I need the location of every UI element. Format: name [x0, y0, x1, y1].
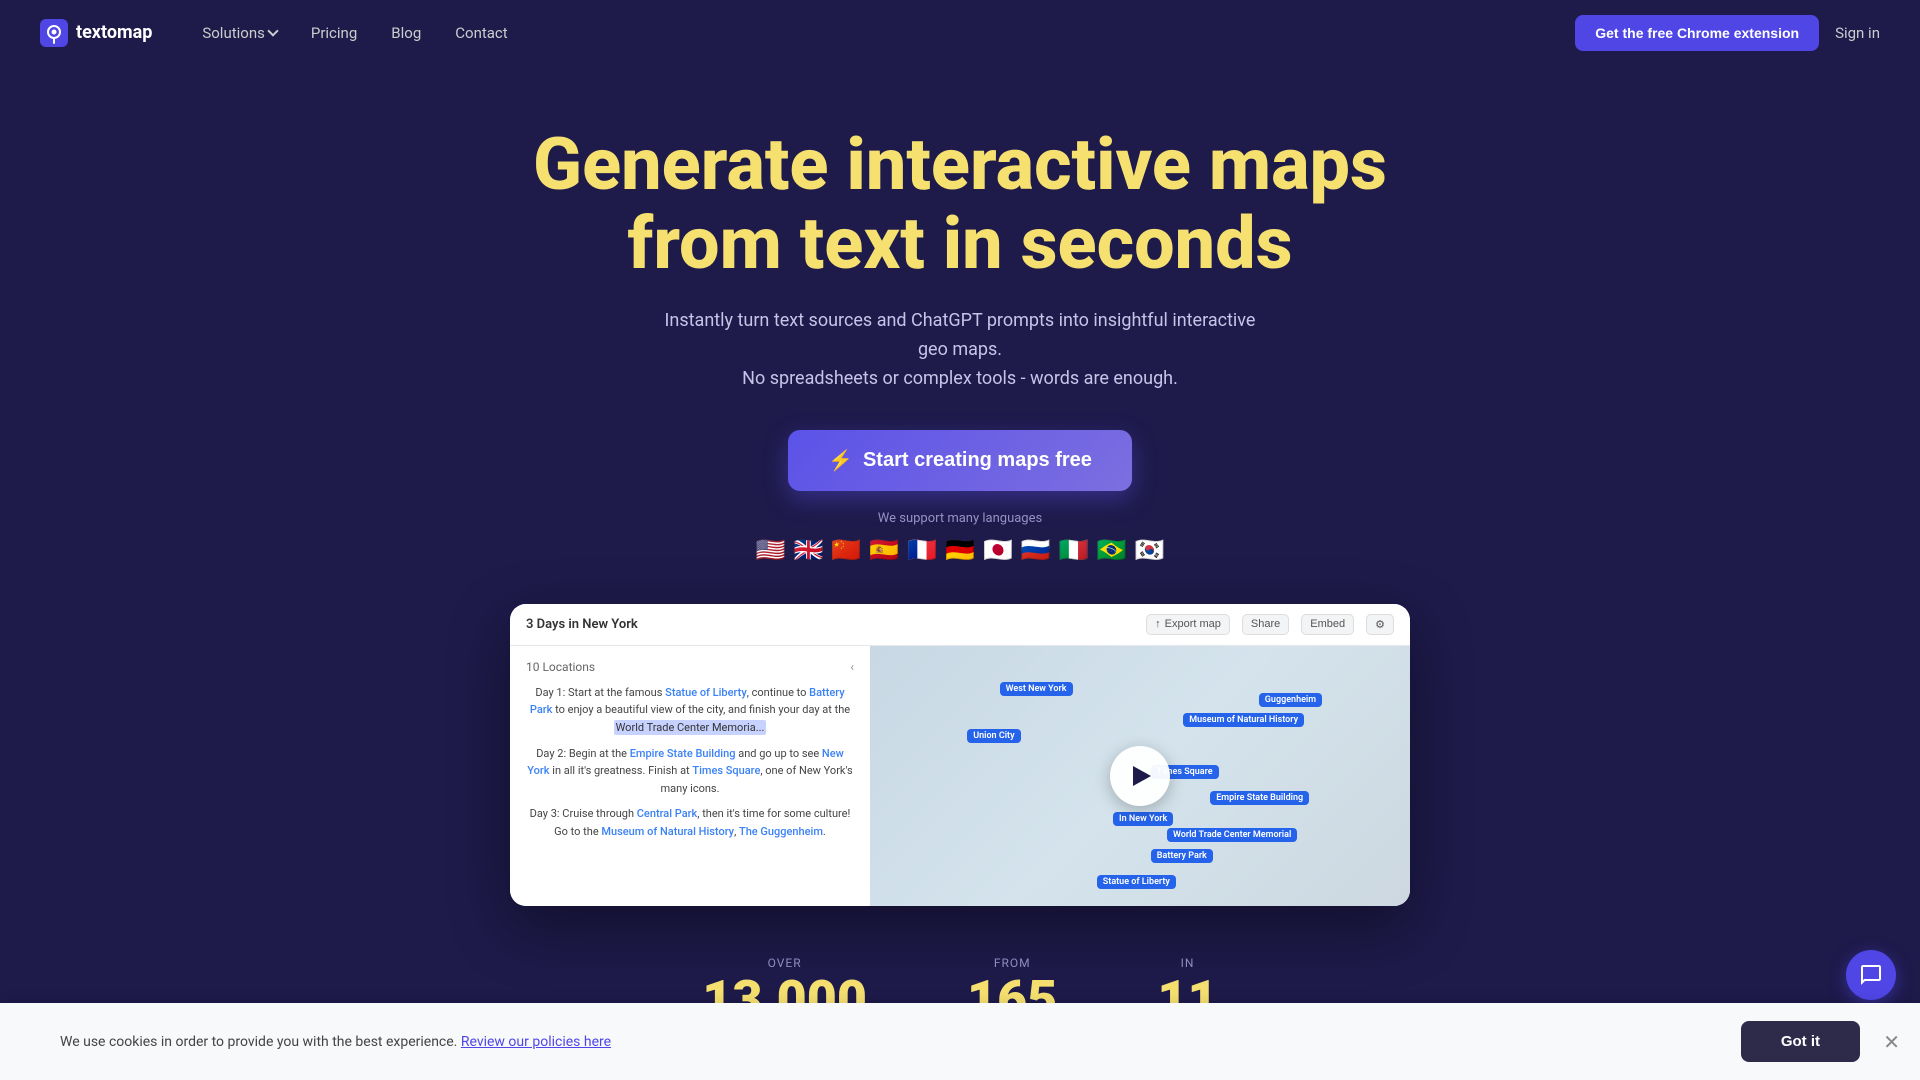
play-button[interactable] [1110, 746, 1170, 806]
logo[interactable]: textomap [40, 19, 152, 47]
cookie-banner: We use cookies in order to provide you w… [0, 1003, 1920, 1080]
map-marker: In New York [1113, 812, 1173, 826]
navbar: textomap Solutions Pricing Blog Contact … [0, 0, 1920, 65]
nav-links: Solutions Pricing Blog Contact [188, 16, 521, 50]
flag-icon: 🇮🇹 [1059, 536, 1089, 564]
flag-icon: 🇰🇷 [1135, 536, 1165, 564]
map-marker: Guggenheim [1259, 693, 1322, 707]
video-header: 3 Days in New York ↑ Export map Share Em… [510, 604, 1410, 646]
flag-icon: 🇩🇪 [945, 536, 975, 564]
stat-label: OVER [702, 956, 867, 970]
solutions-link[interactable]: Solutions [188, 16, 291, 50]
cookie-text: We use cookies in order to provide you w… [60, 1034, 611, 1050]
policy-link[interactable]: Review our policies here [461, 1034, 611, 1050]
got-it-button[interactable]: Got it [1741, 1021, 1860, 1062]
map-marker: Battery Park [1151, 849, 1213, 863]
locations-header: 10 Locations ‹ [526, 660, 854, 674]
blog-link[interactable]: Blog [377, 16, 435, 50]
export-map-button[interactable]: ↑ Export map [1146, 614, 1230, 635]
stat-label: FROM [967, 956, 1057, 970]
video-actions: ↑ Export map Share Embed ⚙ [1146, 614, 1394, 635]
map-marker: Union City [967, 729, 1020, 743]
stat-label: IN [1157, 956, 1217, 970]
languages-label: We support many languages [878, 511, 1042, 526]
play-icon [1133, 766, 1151, 786]
chrome-extension-button[interactable]: Get the free Chrome extension [1575, 15, 1819, 51]
cta-icon: ⚡ [828, 448, 853, 473]
flags-row: 🇺🇸🇬🇧 🇨🇳 🇪🇸 🇫🇷 🇩🇪 🇯🇵 🇷🇺 🇮🇹 🇧🇷 🇰🇷 [756, 536, 1165, 564]
chat-bubble-button[interactable] [1846, 950, 1896, 1000]
settings-icon-button[interactable]: ⚙ [1366, 614, 1394, 635]
flag-icon: 🇧🇷 [1097, 536, 1127, 564]
cta-button[interactable]: ⚡ Start creating maps free [788, 430, 1132, 491]
close-cookie-icon[interactable]: ✕ [1883, 1030, 1900, 1054]
map-marker: Empire State Building [1210, 791, 1309, 805]
flag-icon: 🇫🇷 [907, 536, 937, 564]
map-marker: West New York [1000, 682, 1073, 696]
text-panel: 10 Locations ‹ Day 1: Start at the famou… [510, 646, 870, 906]
logo-text: textomap [76, 22, 152, 43]
video-preview: 3 Days in New York ↑ Export map Share Em… [510, 604, 1410, 906]
sign-in-link[interactable]: Sign in [1835, 24, 1880, 42]
hero-section: Generate interactive maps from text in s… [0, 65, 1920, 936]
video-title: 3 Days in New York [526, 617, 638, 632]
hero-title: Generate interactive maps from text in s… [533, 125, 1387, 283]
nav-right: Get the free Chrome extension Sign in [1575, 15, 1880, 51]
map-marker: World Trade Center Memorial [1167, 828, 1297, 842]
flag-icon: 🇬🇧 [793, 536, 823, 564]
embed-button[interactable]: Embed [1301, 614, 1354, 635]
flag-icon: 🇪🇸 [869, 536, 899, 564]
flag-icon: 🇯🇵 [983, 536, 1013, 564]
flag-icon: 🇺🇸 [756, 536, 786, 564]
share-button[interactable]: Share [1242, 614, 1289, 635]
text-content: Day 1: Start at the famous Statue of Lib… [526, 684, 854, 841]
chevron-down-icon [267, 25, 278, 36]
flag-icon: 🇨🇳 [831, 536, 861, 564]
pricing-link[interactable]: Pricing [297, 16, 371, 50]
map-panel: GuggenheimMuseum of Natural HistoryTimes… [870, 646, 1410, 906]
map-marker: Museum of Natural History [1183, 713, 1304, 727]
flag-icon: 🇷🇺 [1021, 536, 1051, 564]
map-marker: Statue of Liberty [1097, 875, 1176, 889]
contact-link[interactable]: Contact [441, 16, 521, 50]
video-body: 10 Locations ‹ Day 1: Start at the famou… [510, 646, 1410, 906]
hero-subtitle: Instantly turn text sources and ChatGPT … [660, 307, 1260, 393]
